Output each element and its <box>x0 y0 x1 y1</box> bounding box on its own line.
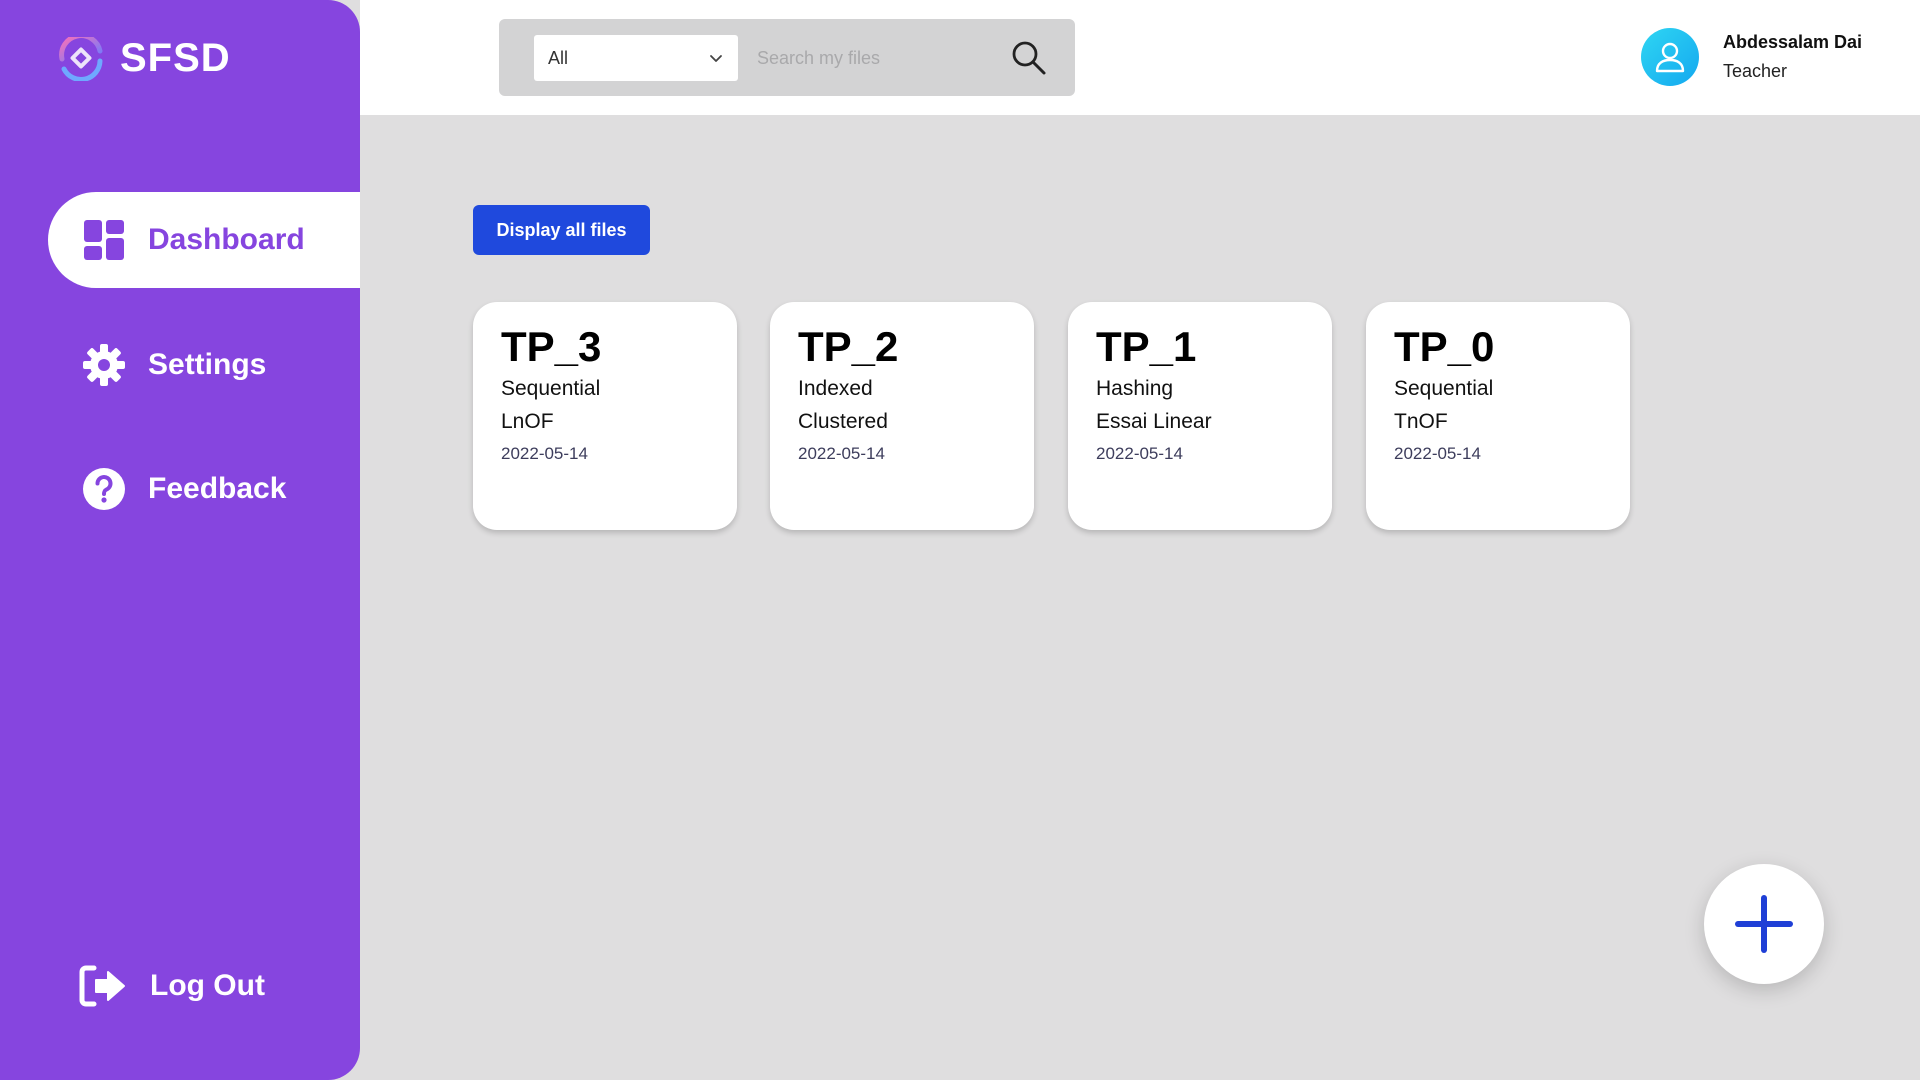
search-icon[interactable] <box>1009 38 1049 78</box>
file-date: 2022-05-14 <box>501 444 588 463</box>
user-profile[interactable]: Abdessalam Dai Teacher <box>1641 28 1862 86</box>
file-type-select-value: All <box>548 47 569 68</box>
sidebar-item-dashboard[interactable]: Dashboard <box>48 192 360 288</box>
file-type: TnOF <box>1394 410 1448 433</box>
add-file-button[interactable] <box>1704 864 1824 984</box>
file-type: Clustered <box>798 410 888 433</box>
gear-icon <box>83 344 125 386</box>
plus-icon <box>1735 895 1793 953</box>
sidebar: SFSD Dashboard Settings Feedback Log Out <box>0 0 360 1080</box>
file-card-tp3[interactable]: TP_3 Sequential LnOF 2022-05-14 <box>473 302 737 530</box>
search-input[interactable] <box>757 35 987 81</box>
avatar[interactable] <box>1641 28 1699 86</box>
user-name: Abdessalam Dai <box>1723 32 1863 52</box>
file-organization: Hashing <box>1096 377 1174 400</box>
search-bar: All <box>499 19 1075 96</box>
sidebar-item-label: Dashboard <box>148 223 305 256</box>
brand[interactable]: SFSD <box>56 36 231 81</box>
file-organization: Sequential <box>1394 377 1494 400</box>
file-date: 2022-05-14 <box>798 444 885 463</box>
file-type-select[interactable]: All <box>534 35 738 81</box>
file-type: Essai Linear <box>1096 410 1212 433</box>
user-info: Abdessalam Dai Teacher <box>1723 32 1862 82</box>
file-card-tp1[interactable]: TP_1 Hashing Essai Linear 2022-05-14 <box>1068 302 1332 530</box>
file-title: TP_0 <box>1394 323 1495 370</box>
display-all-files-button[interactable]: Display all files <box>473 205 650 255</box>
dashboard-grid-icon <box>84 220 124 260</box>
sidebar-item-label: Settings <box>148 348 267 381</box>
top-header: All Abdessalam Dai Teacher <box>360 0 1920 115</box>
file-date: 2022-05-14 <box>1394 444 1481 463</box>
sidebar-item-settings[interactable]: Settings <box>48 317 360 413</box>
file-type: LnOF <box>501 410 554 433</box>
question-circle-icon <box>83 468 125 510</box>
logout-button[interactable]: Log Out <box>48 938 360 1034</box>
sidebar-item-feedback[interactable]: Feedback <box>48 441 360 537</box>
sidebar-item-label: Feedback <box>148 472 287 505</box>
file-card-tp0[interactable]: TP_0 Sequential TnOF 2022-05-14 <box>1366 302 1630 530</box>
logo-icon <box>59 36 103 81</box>
user-role: Teacher <box>1723 61 1788 81</box>
chevron-down-icon <box>710 55 722 62</box>
logout-icon <box>79 965 125 1007</box>
file-organization: Sequential <box>501 377 601 400</box>
brand-name: SFSD <box>120 36 231 80</box>
file-card-tp2[interactable]: TP_2 Indexed Clustered 2022-05-14 <box>770 302 1034 530</box>
file-title: TP_2 <box>798 323 899 370</box>
file-date: 2022-05-14 <box>1096 444 1183 463</box>
logout-label: Log Out <box>150 969 265 1002</box>
user-icon <box>1655 42 1685 73</box>
file-title: TP_3 <box>501 323 602 370</box>
file-title: TP_1 <box>1096 323 1197 370</box>
file-organization: Indexed <box>798 377 873 400</box>
